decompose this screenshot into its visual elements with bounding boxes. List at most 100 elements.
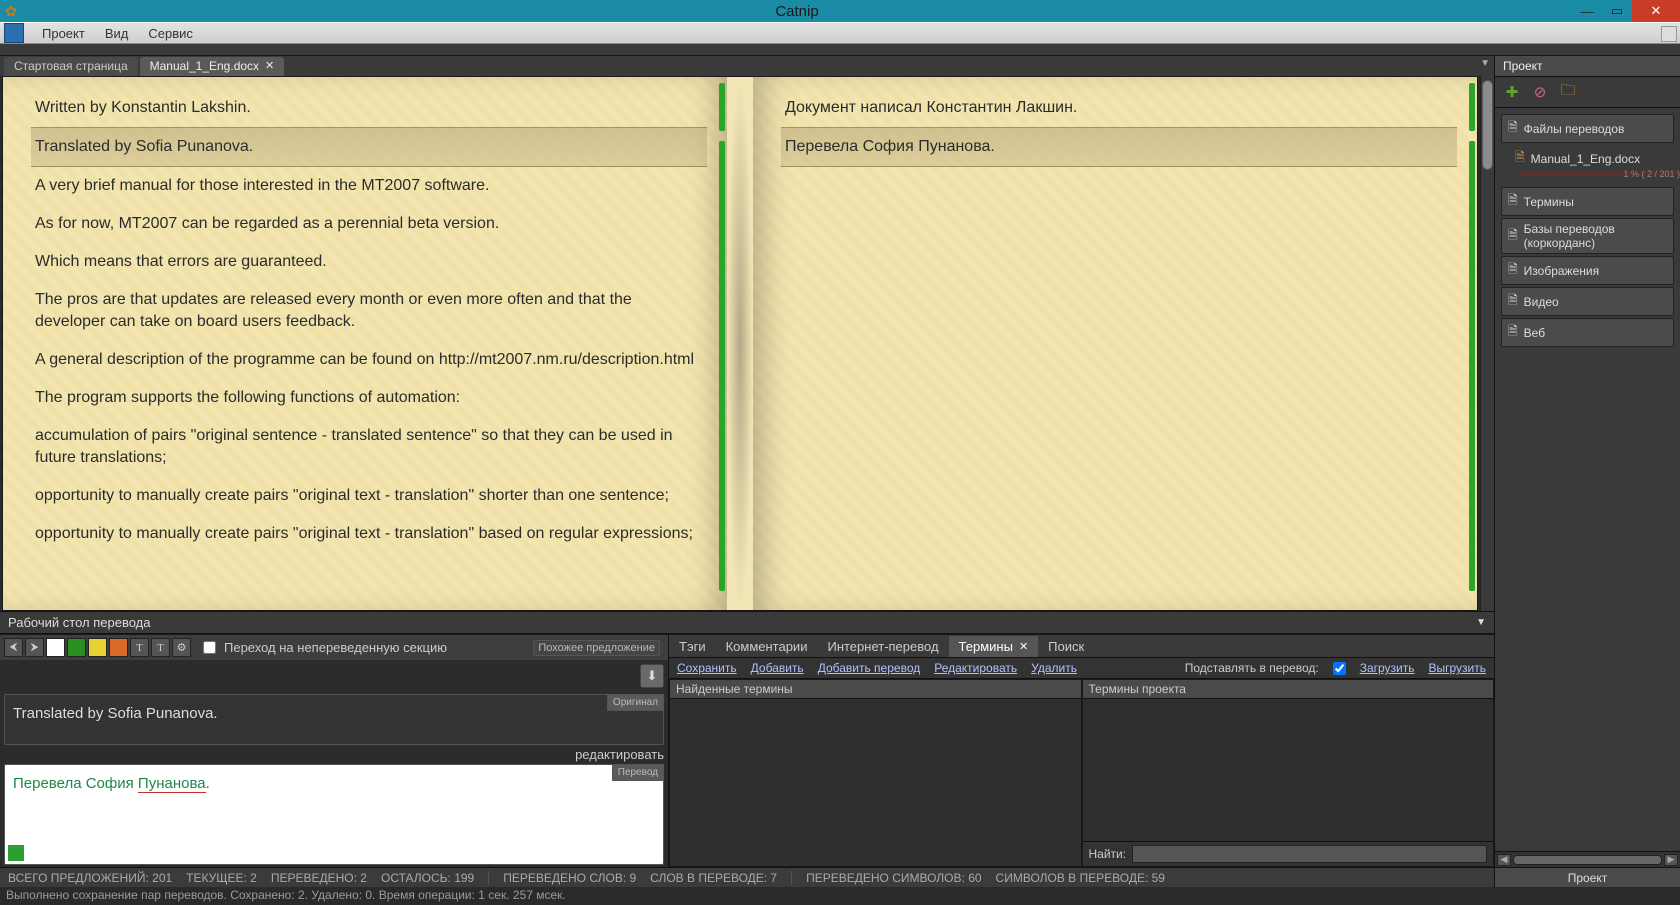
tree-web[interactable]: 🗎Веб: [1501, 318, 1674, 347]
term-add-translation-link[interactable]: Добавить перевод: [818, 661, 921, 675]
term-load-link[interactable]: Загрузить: [1360, 661, 1415, 675]
folder-icon: 🗎: [1508, 191, 1518, 212]
tree-file-item[interactable]: 🗎 Manual_1_Eng.docx: [1495, 145, 1680, 169]
maximize-button[interactable]: ▭: [1602, 0, 1632, 22]
tab-label: Термины: [959, 639, 1013, 654]
goto-untranslated-checkbox[interactable]: [203, 641, 216, 654]
source-segment[interactable]: Translated by Sofia Punanova.: [31, 127, 707, 167]
source-segment[interactable]: A general description of the programme c…: [31, 341, 707, 379]
project-panel-title: Проект: [1495, 56, 1680, 77]
source-segment[interactable]: The program supports the following funct…: [31, 379, 707, 417]
menubar-collapse-button[interactable]: [1661, 26, 1677, 42]
tab-close-icon[interactable]: ✕: [1019, 640, 1028, 653]
tab-start-page[interactable]: Стартовая страница: [4, 57, 138, 76]
menu-service[interactable]: Сервис: [138, 26, 203, 41]
source-segment[interactable]: As for now, MT2007 can be regarded as a …: [31, 205, 707, 243]
translation-text-underlined: Пунанова: [138, 775, 206, 793]
source-segment[interactable]: Written by Konstantin Lakshin.: [31, 89, 707, 127]
translation-book: Written by Konstantin Lakshin.Translated…: [2, 76, 1478, 611]
original-segment-box: Translated by Sofia Punanova. Оригинал: [4, 694, 664, 745]
book-spine: [727, 77, 753, 610]
tab-manual-doc[interactable]: Manual_1_Eng.docx ✕: [140, 57, 285, 76]
progress-marker: [719, 141, 725, 591]
translation-badge: Перевод: [612, 764, 664, 781]
copy-down-button[interactable]: ⬇: [640, 664, 664, 688]
settings-gear-icon[interactable]: ⚙: [172, 638, 191, 657]
project-footer-tab[interactable]: Проект: [1495, 867, 1680, 887]
format-button-2[interactable]: T: [151, 638, 170, 657]
source-segment[interactable]: accumulation of pairs "original sentence…: [31, 417, 707, 477]
titlebar: ✿ Catnip — ▭ ✕: [0, 0, 1680, 22]
source-segment[interactable]: opportunity to manually create pairs "or…: [31, 515, 707, 553]
menu-project[interactable]: Проект: [32, 26, 95, 41]
project-hscroll[interactable]: ◀ ▶: [1495, 851, 1680, 867]
scrollbar-thumb[interactable]: [1482, 80, 1493, 170]
panel-overflow-button[interactable]: ▼: [1476, 617, 1486, 628]
edit-badge: редактировать: [575, 747, 664, 762]
project-add-icon[interactable]: ✚: [1501, 81, 1523, 103]
target-page[interactable]: Документ написал Константин Лакшин.Перев…: [753, 77, 1477, 610]
term-unload-link[interactable]: Выгрузить: [1429, 661, 1487, 675]
target-segment[interactable]: Перевела София Пунанова.: [781, 127, 1457, 167]
project-terms-list[interactable]: [1083, 699, 1494, 841]
tab-web-translate[interactable]: Интернет-перевод: [817, 636, 948, 657]
scroll-right-icon[interactable]: ▶: [1664, 854, 1678, 866]
footer-statusline: Выполнено сохранение пар переводов. Сохр…: [0, 887, 1680, 905]
tab-tags[interactable]: Тэги: [669, 636, 716, 657]
menu-view[interactable]: Вид: [95, 26, 139, 41]
term-edit-link[interactable]: Редактировать: [934, 661, 1017, 675]
term-delete-link[interactable]: Удалить: [1031, 661, 1077, 675]
project-tree[interactable]: 🗎 Файлы переводов 🗎 Manual_1_Eng.docx 1 …: [1495, 108, 1680, 851]
tab-close-icon[interactable]: ✕: [265, 59, 274, 72]
system-menu-icon[interactable]: [4, 23, 24, 43]
source-segment[interactable]: opportunity to manually create pairs "or…: [31, 477, 707, 515]
minimize-button[interactable]: —: [1572, 0, 1602, 22]
source-page[interactable]: Written by Konstantin Lakshin.Translated…: [3, 77, 727, 610]
project-remove-icon[interactable]: ⊘: [1529, 81, 1551, 103]
goto-untranslated-label: Переход на непереведенную секцию: [224, 640, 447, 655]
status-green-button[interactable]: [67, 638, 86, 657]
insert-translation-label: Подставлять в перевод:: [1185, 661, 1319, 675]
scroll-left-icon[interactable]: ◀: [1497, 854, 1511, 866]
document-tabs: Стартовая страница Manual_1_Eng.docx ✕ ▼: [0, 56, 1494, 76]
source-segment[interactable]: Which means that errors are guaranteed.: [31, 243, 707, 281]
term-save-link[interactable]: Сохранить: [677, 661, 737, 675]
close-button[interactable]: ✕: [1632, 0, 1680, 22]
translation-edit-box[interactable]: Перевела София Пунанова. Перевод: [4, 764, 664, 865]
term-add-link[interactable]: Добавить: [751, 661, 804, 675]
tab-label: Стартовая страница: [14, 59, 128, 73]
scroll-track[interactable]: [1513, 855, 1662, 865]
file-icon: 🗎: [1515, 148, 1525, 169]
tree-label: Файлы переводов: [1524, 122, 1625, 136]
translate-panel-title: Рабочий стол перевода: [8, 615, 150, 630]
status-words-in: СЛОВ В ПЕРЕВОДЕ: 7: [650, 871, 777, 885]
source-segment[interactable]: A very brief manual for those interested…: [31, 167, 707, 205]
source-segment[interactable]: The pros are that updates are released e…: [31, 281, 707, 341]
tree-video[interactable]: 🗎Видео: [1501, 287, 1674, 316]
tree-translation-memory[interactable]: 🗎Базы переводов (коркорданс): [1501, 218, 1674, 254]
target-segment[interactable]: Документ написал Константин Лакшин.: [781, 89, 1457, 127]
tab-comments[interactable]: Комментарии: [716, 636, 818, 657]
status-yellow-button[interactable]: [88, 638, 107, 657]
nav-next-button[interactable]: ⮞: [25, 638, 44, 657]
progress-text: 1 % ( 2 / 201 ): [1623, 169, 1680, 179]
project-folder-icon[interactable]: 🗀: [1557, 81, 1579, 103]
find-input[interactable]: [1132, 845, 1487, 863]
format-button[interactable]: T: [130, 638, 149, 657]
status-orange-button[interactable]: [109, 638, 128, 657]
book-scrollbar[interactable]: [1480, 76, 1494, 611]
insert-translation-checkbox[interactable]: [1333, 662, 1346, 675]
translation-text: .: [206, 775, 210, 792]
status-white-button[interactable]: [46, 638, 65, 657]
menubar: Проект Вид Сервис: [0, 22, 1680, 44]
tab-terms[interactable]: Термины ✕: [949, 636, 1039, 657]
nav-prev-button[interactable]: ⮜: [4, 638, 23, 657]
tree-translation-files[interactable]: 🗎 Файлы переводов: [1501, 114, 1674, 143]
tree-terms[interactable]: 🗎Термины: [1501, 187, 1674, 216]
found-terms-list[interactable]: [670, 699, 1081, 866]
tab-search[interactable]: Поиск: [1038, 636, 1094, 657]
status-total: ВСЕГО ПРЕДЛОЖЕНИЙ: 201: [8, 871, 172, 885]
tabs-overflow-button[interactable]: ▼: [1480, 58, 1490, 69]
tree-images[interactable]: 🗎Изображения: [1501, 256, 1674, 285]
folder-icon: 🗎: [1508, 226, 1518, 247]
